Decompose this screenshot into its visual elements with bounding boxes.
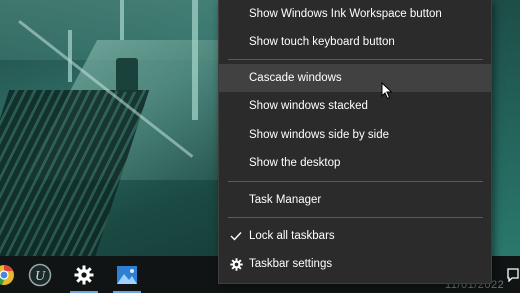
- settings-gear-icon: [74, 265, 94, 284]
- menu-item-show-the-desktop[interactable]: Show the desktop: [219, 149, 491, 177]
- checkmark-icon: [229, 229, 243, 243]
- taskbar-app-photos[interactable]: [109, 256, 145, 293]
- menu-item-label: Show the desktop: [249, 157, 341, 169]
- svg-text:U: U: [35, 269, 46, 284]
- menu-item-cascade-windows[interactable]: Cascade windows: [219, 64, 491, 92]
- menu-separator: [228, 59, 483, 60]
- menu-item-label: Cascade windows: [249, 72, 342, 84]
- notification-icon: [507, 268, 519, 282]
- mouse-cursor-icon: [381, 82, 393, 100]
- menu-item-taskbar-settings[interactable]: Taskbar settings: [219, 250, 491, 278]
- menu-item-label: Lock all taskbars: [249, 230, 335, 242]
- menu-item-label: Show windows stacked: [249, 100, 368, 112]
- menu-item-show-touch-keyboard[interactable]: Show touch keyboard button: [219, 28, 491, 56]
- taskbar-app-settings[interactable]: [66, 256, 102, 293]
- wallpaper-railway-tracks: [0, 90, 150, 270]
- menu-item-show-windows-ink-workspace[interactable]: Show Windows Ink Workspace button: [219, 0, 491, 28]
- notification-center-button[interactable]: [506, 266, 520, 284]
- chrome-icon: [0, 264, 14, 285]
- menu-item-label: Show touch keyboard button: [249, 36, 395, 48]
- menu-item-show-windows-stacked[interactable]: Show windows stacked: [219, 92, 491, 120]
- wallpaper-pole: [120, 0, 124, 40]
- wallpaper-trash-bin: [116, 58, 138, 92]
- taskbar-app-uplay[interactable]: U: [22, 256, 58, 293]
- wallpaper-right-edge: [492, 0, 520, 265]
- gear-icon: [229, 257, 243, 271]
- menu-item-label: Task Manager: [249, 194, 322, 206]
- wallpaper-pole: [192, 0, 198, 120]
- menu-separator: [228, 181, 483, 182]
- menu-item-label: Taskbar settings: [249, 258, 333, 270]
- menu-separator: [228, 217, 483, 218]
- uplay-icon: U: [28, 263, 52, 286]
- menu-item-label: Show Windows Ink Workspace button: [249, 8, 442, 20]
- menu-item-lock-all-taskbars[interactable]: Lock all taskbars: [219, 222, 491, 250]
- menu-item-label: Show windows side by side: [249, 129, 389, 141]
- menu-item-task-manager[interactable]: Task Manager: [219, 186, 491, 214]
- menu-item-show-windows-side-by-side[interactable]: Show windows side by side: [219, 121, 491, 149]
- taskbar-app-chrome[interactable]: [0, 256, 22, 293]
- photos-icon: [117, 265, 137, 284]
- taskbar-context-menu: Show Windows Ink Workspace button Show t…: [218, 0, 492, 284]
- wallpaper-pole: [68, 30, 72, 82]
